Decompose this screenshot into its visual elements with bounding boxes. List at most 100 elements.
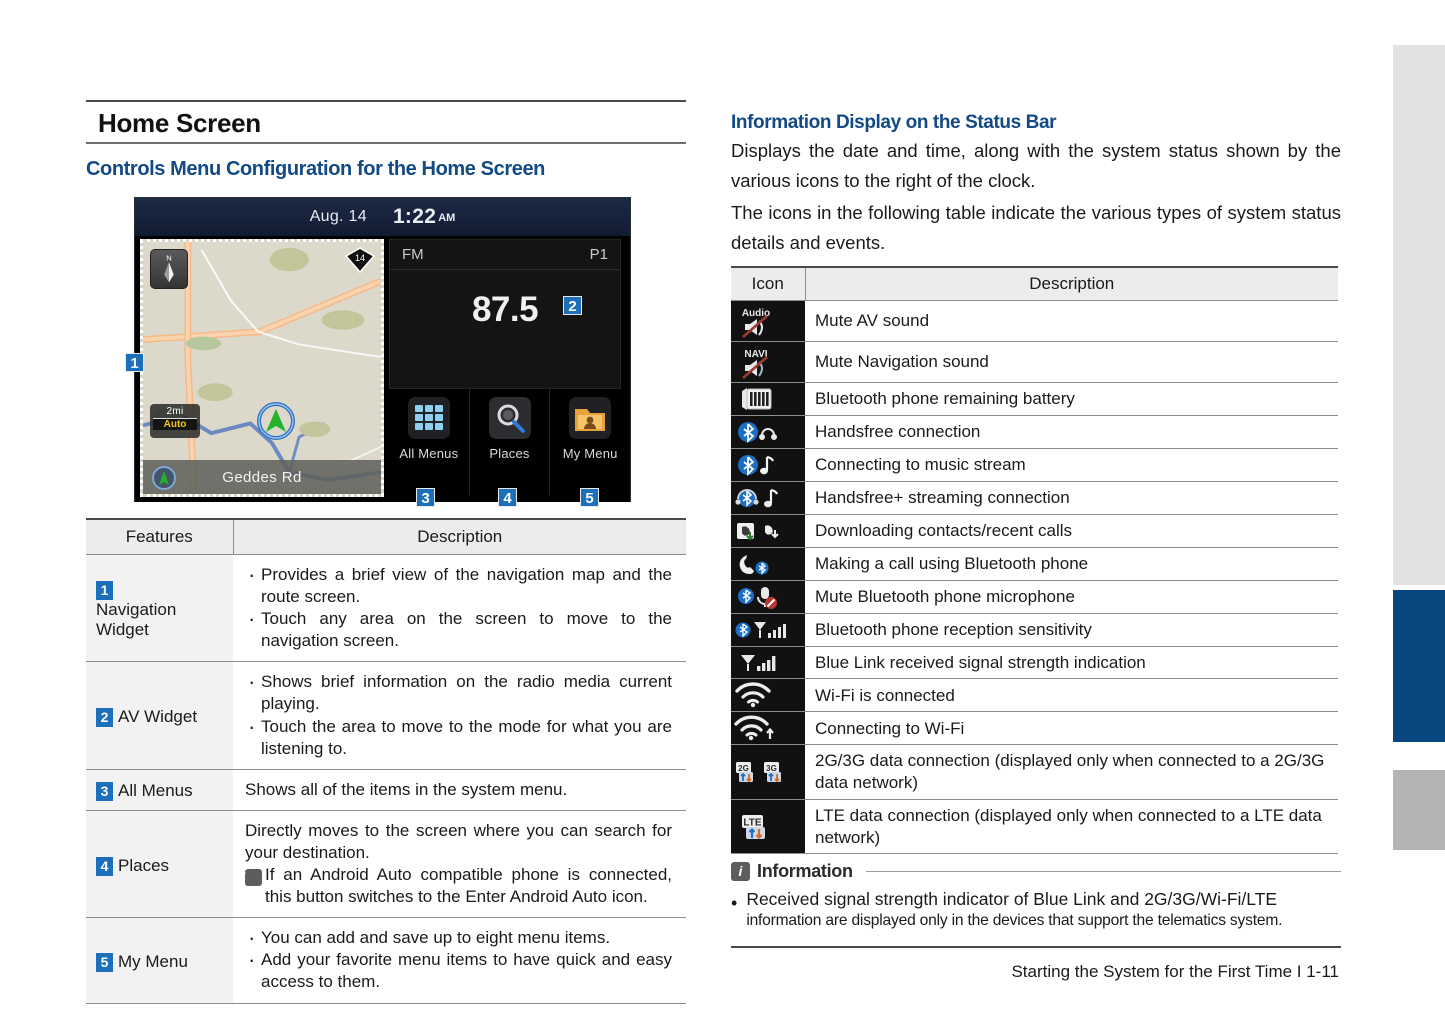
information-line-1: Received signal strength indicator of Bl… <box>746 889 1278 910</box>
status-bar-paragraph-1: Displays the date and time, along with t… <box>731 140 1341 191</box>
battery-icon <box>742 387 772 410</box>
svg-text:2G: 2G <box>738 764 749 773</box>
icon-row: Downloading contacts/recent calls <box>731 514 1338 548</box>
description-text: Directly moves to the screen where you c… <box>245 820 672 862</box>
bullet: Touch any area on the screen to move to … <box>245 605 672 652</box>
info-icon: i <box>731 862 750 882</box>
left-column: Home Screen Controls Menu Configuration … <box>86 100 686 1004</box>
av-source-label: FM <box>402 246 424 263</box>
icon-cell <box>731 678 805 713</box>
callout-5: 5 <box>580 488 599 507</box>
icon-cell: LTE <box>731 799 805 855</box>
icon-description: Blue Link received signal strength indic… <box>805 646 1338 680</box>
feature-label: All Menus <box>118 781 193 801</box>
icon-cell <box>731 514 805 548</box>
feature-label: Navigation Widget <box>96 599 177 639</box>
icon-row: Blue Link received signal strength indic… <box>731 646 1338 680</box>
table-row: 2AV Widget Shows brief information on th… <box>86 661 686 770</box>
current-road-bar: Geddes Rd <box>143 460 381 494</box>
icon-row: Making a call using Bluetooth phone <box>731 547 1338 581</box>
callout-3: 3 <box>416 488 435 507</box>
bullet: Add your favorite menu items to have qui… <box>245 946 672 993</box>
icon-row: Handsfree+ streaming connection <box>731 481 1338 515</box>
feature-label: My Menu <box>118 951 188 971</box>
icon-cell: NAVI <box>731 341 805 383</box>
badge-5: 5 <box>96 952 113 972</box>
shortcut-my-menu-label: My Menu <box>562 446 618 461</box>
note-text: If an Android Auto compatible phone is c… <box>265 865 672 907</box>
icon-description: 2G/3G data connection (displayed only wh… <box>805 744 1338 800</box>
device-time: 1:22 <box>392 205 437 228</box>
icon-description: Making a call using Bluetooth phone <box>805 547 1338 581</box>
icon-cell: 2G 3G <box>731 744 805 800</box>
icon-cell <box>731 481 805 515</box>
shortcut-places[interactable]: Places <box>468 389 550 495</box>
svg-text:LTE: LTE <box>743 817 761 828</box>
av-widget[interactable]: FM P1 87.5 <box>389 239 621 389</box>
description-cell: You can add and save up to eight menu it… <box>233 917 686 1004</box>
mini-position-icon <box>151 465 177 491</box>
device-ampm: AM <box>438 212 456 224</box>
phone-call-icon <box>739 554 769 575</box>
icon-row: Connecting to music stream <box>731 448 1338 482</box>
shortcut-all-menus[interactable]: All Menus <box>389 389 469 495</box>
icon-table-header-row: Icon Description <box>731 265 1338 301</box>
navigation-widget[interactable]: N 14 2mi Auto Geddes Rd <box>140 239 384 497</box>
icon-cell <box>731 613 805 647</box>
device-status-bar: Aug. 14 1:22 AM <box>135 198 630 236</box>
information-note-header: i Information <box>731 861 1341 882</box>
table-row: 4 Places Directly moves to the screen whe… <box>86 809 686 919</box>
icon-description: Bluetooth phone remaining battery <box>805 382 1338 416</box>
footer-rule <box>731 946 1341 949</box>
icon-description: Connecting to music stream <box>805 448 1338 482</box>
feature-label: Places <box>118 855 170 875</box>
table-row: 1Navigation Widget Provides a brief view… <box>86 553 686 663</box>
description-cell: Shows all of the items in the system men… <box>233 768 686 811</box>
av-frequency: 87.5 <box>471 290 539 329</box>
icon-description: Mute AV sound <box>805 300 1338 342</box>
bullet: Shows brief information on the radio med… <box>245 668 672 715</box>
description-note: i If an Android Auto compatible phone is … <box>242 864 672 908</box>
callout-1: 1 <box>125 353 144 372</box>
svg-text:3G: 3G <box>766 764 777 773</box>
icon-cell <box>731 580 805 614</box>
icon-row: Handsfree connection <box>731 415 1338 449</box>
grid-icon <box>407 397 450 439</box>
compass-icon: N <box>150 249 188 289</box>
wifi-connected-icon <box>735 682 771 708</box>
icon-description: LTE data connection (displayed only when… <box>805 799 1338 855</box>
shortcut-my-menu[interactable]: My Menu <box>549 389 630 495</box>
icon-cell <box>731 711 805 746</box>
manual-page: Home Screen Controls Menu Configuration … <box>0 0 1445 1025</box>
col-header-features: Features <box>86 518 234 555</box>
description-cell: Directly moves to the screen where you c… <box>233 809 686 919</box>
icon-row: Bluetooth phone remaining battery <box>731 382 1338 416</box>
table-header-row: Features Description <box>86 518 686 555</box>
badge-3: 3 <box>96 782 113 802</box>
information-note-title: Information <box>757 861 853 882</box>
right-column: Information Display on the Status Bar Di… <box>731 112 1341 982</box>
description-cell: Shows brief information on the radio med… <box>233 661 686 770</box>
status-bar-section-title: Information Display on the Status Bar <box>731 112 1057 133</box>
current-road-label: Geddes Rd <box>222 468 302 486</box>
mute-av-sound-icon: Audio <box>742 308 770 338</box>
shortcut-bar: All Menus Places My Menu <box>389 389 630 495</box>
information-line-2: information are displayed only in the de… <box>746 912 1283 930</box>
bluetooth-headset-icon <box>738 421 777 444</box>
description-cell: Provides a brief view of the navigation … <box>233 553 686 663</box>
icon-cell <box>731 382 805 416</box>
signal-bars-icon <box>741 654 776 671</box>
page-title: Home Screen <box>86 102 686 144</box>
edge-tab-gray <box>1393 770 1445 850</box>
badge-4: 4 <box>96 856 113 876</box>
features-table: Features Description 1Navigation Widget … <box>86 518 686 1004</box>
icon-description: Mute Bluetooth phone microphone <box>805 580 1338 614</box>
mute-microphone-icon <box>738 586 777 609</box>
edge-tab-active-blue <box>1393 590 1445 742</box>
map-scale-value: 2mi <box>166 406 184 417</box>
icon-cell <box>731 646 805 680</box>
col-header-description: Description <box>805 265 1338 301</box>
icon-row: Wi-Fi is connected <box>731 678 1338 713</box>
callout-2: 2 <box>563 296 582 315</box>
current-position-icon <box>255 400 297 442</box>
